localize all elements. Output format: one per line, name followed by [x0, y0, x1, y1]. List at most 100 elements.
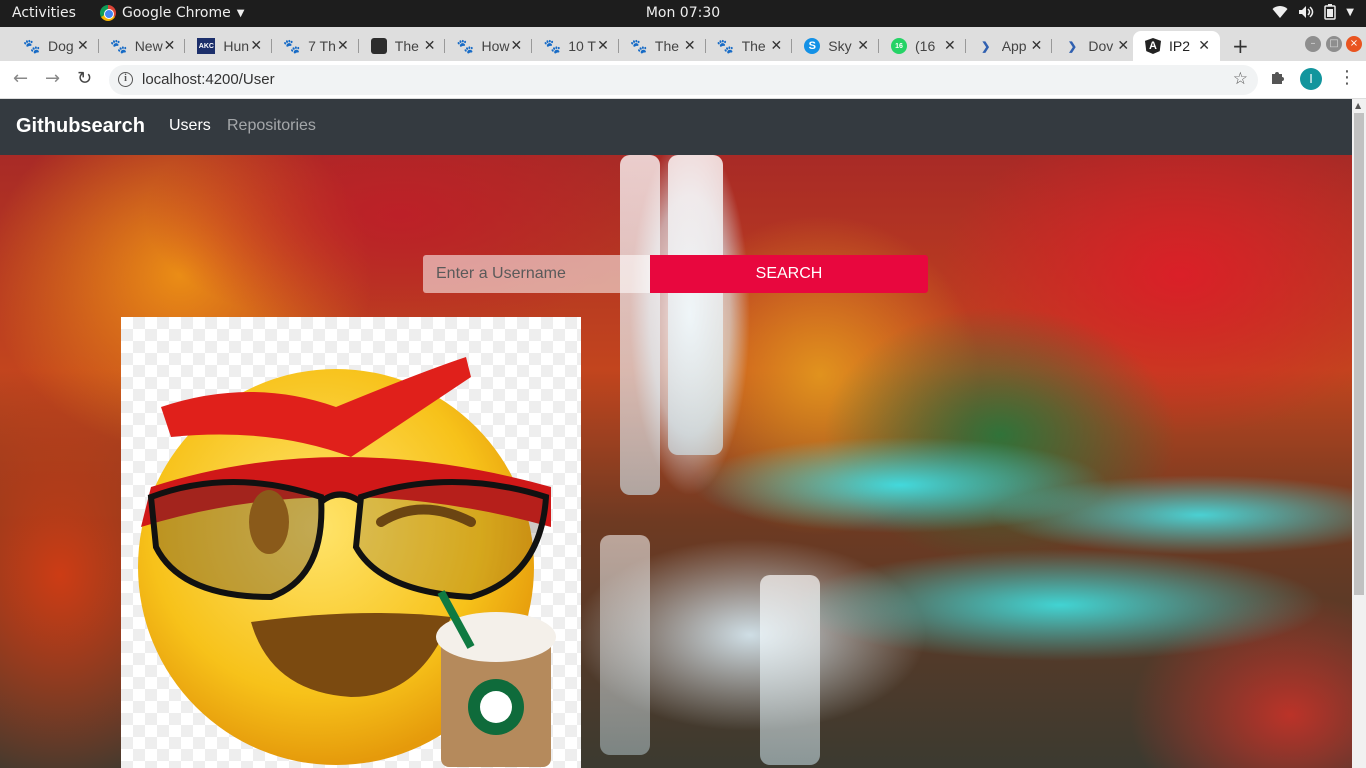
browser-tab[interactable]: 🐾 How ✕: [446, 31, 533, 61]
url-text[interactable]: localhost:4200/User: [142, 71, 275, 88]
browser-tab[interactable]: The ✕: [359, 31, 446, 61]
tab-label: New: [134, 38, 163, 54]
chevron-down-icon: ▼: [1346, 6, 1354, 18]
tab-favicon-icon: 🐾: [716, 37, 735, 54]
search-button[interactable]: SEARCH: [650, 255, 928, 293]
browser-tab[interactable]: S Sky ✕: [792, 31, 879, 61]
tab-favicon-icon: 🐾: [23, 37, 41, 54]
system-tray[interactable]: ▼: [1272, 4, 1354, 20]
reload-icon[interactable]: ↻: [77, 68, 92, 89]
tab-label: How: [481, 38, 510, 54]
tab-favicon-icon: 16: [891, 38, 907, 54]
minimize-button[interactable]: –: [1305, 36, 1321, 52]
browser-tab[interactable]: 🐾 7 Th ✕: [272, 31, 359, 61]
browser-tab[interactable]: 🐾 New ✕: [99, 31, 186, 61]
tab-close-icon[interactable]: ✕: [684, 37, 696, 54]
close-window-button[interactable]: ×: [1346, 36, 1362, 52]
tab-favicon-icon: 🐾: [456, 37, 475, 54]
tab-close-icon[interactable]: ✕: [771, 37, 783, 54]
tab-favicon-icon: ❯: [1067, 40, 1077, 53]
site-info-icon[interactable]: i: [118, 72, 133, 87]
navbar-brand[interactable]: Githubsearch: [16, 115, 145, 138]
activities-button[interactable]: Activities: [12, 5, 76, 21]
tab-close-icon[interactable]: ✕: [1117, 37, 1129, 54]
tab-strip: 🐾 Dog ✕ 🐾 New ✕ AKC Hun ✕ 🐾 7 Th ✕ The ✕ 🐾 How ✕ 🐾 10 T ✕ 🐾 T…: [0, 27, 1366, 61]
tab-label: Hun: [223, 38, 250, 54]
forward-arrow-icon[interactable]: →: [45, 68, 60, 89]
tab-close-icon[interactable]: ✕: [77, 37, 89, 54]
waterfall-cascade: [760, 575, 820, 765]
tab-label: IP2: [1169, 38, 1191, 54]
app-navbar: Githubsearch Users Repositories: [0, 99, 1352, 155]
system-top-bar: Activities Google Chrome ▼ Mon 07:30 ▼: [0, 0, 1366, 27]
browser-tab[interactable]: 🐾 10 T ✕: [532, 31, 619, 61]
tab-close-icon[interactable]: ✕: [424, 37, 436, 54]
page-viewport: Githubsearch Users Repositories SEARCH: [0, 99, 1352, 768]
winking-emoji-with-coffee-icon: [138, 357, 556, 767]
tab-favicon-icon: AKC: [197, 38, 216, 54]
browser-tab[interactable]: 🐾 The ✕: [619, 31, 706, 61]
tab-close-icon[interactable]: ✕: [164, 37, 176, 54]
address-bar[interactable]: i localhost:4200/User ☆: [109, 65, 1258, 95]
tab-label: The: [654, 38, 680, 54]
chrome-menu-kebab-icon[interactable]: ⋮: [1338, 67, 1356, 88]
tab-favicon-icon: 🐾: [109, 37, 128, 54]
tab-label: Sky: [828, 38, 852, 54]
profile-avatar[interactable]: I: [1300, 68, 1322, 90]
scrollbar-thumb[interactable]: [1354, 113, 1364, 595]
browser-tab[interactable]: ❯ App ✕: [966, 31, 1053, 61]
username-search-input[interactable]: [423, 255, 650, 293]
user-avatar-image: [121, 317, 581, 768]
browser-tab[interactable]: AKC Hun ✕: [185, 31, 273, 61]
browser-tab[interactable]: 🐾 Dog ✕: [12, 31, 99, 61]
volume-icon: [1299, 6, 1314, 18]
tab-favicon-icon: [370, 38, 387, 54]
tab-close-icon[interactable]: ✕: [337, 37, 349, 54]
page-scrollbar[interactable]: ▲: [1352, 99, 1366, 768]
tab-close-icon[interactable]: ✕: [944, 37, 956, 54]
tab-favicon-icon: A: [1145, 38, 1161, 54]
chevron-down-icon: ▼: [236, 7, 245, 19]
app-name: Google Chrome: [122, 5, 231, 21]
tab-label: Dov: [1088, 38, 1114, 54]
tab-favicon-icon: 🐾: [283, 37, 301, 54]
tab-label: App: [1001, 38, 1027, 54]
app-menu[interactable]: Google Chrome ▼: [100, 5, 244, 21]
tab-favicon-icon: 🐾: [543, 37, 561, 54]
tab-favicon-icon: ❯: [981, 40, 991, 53]
nav-link-users[interactable]: Users: [169, 117, 211, 135]
browser-toolbar: ← → ↻ i localhost:4200/User ☆: [0, 61, 1366, 99]
tab-label: 10 T: [568, 38, 596, 54]
tab-label: The: [741, 38, 766, 54]
tab-label: 7 Th: [308, 38, 336, 54]
tab-close-icon[interactable]: ✕: [597, 37, 609, 54]
tab-close-icon[interactable]: ✕: [1198, 37, 1210, 54]
new-tab-button[interactable]: +: [1232, 34, 1249, 58]
clock[interactable]: Mon 07:30: [646, 5, 720, 21]
tab-close-icon[interactable]: ✕: [857, 37, 869, 54]
scroll-up-arrow-icon[interactable]: ▲: [1355, 101, 1361, 110]
tab-close-icon[interactable]: ✕: [510, 37, 522, 54]
bookmark-star-icon[interactable]: ☆: [1233, 69, 1248, 89]
extensions-puzzle-icon[interactable]: [1270, 69, 1286, 89]
waterfall-cascade: [600, 535, 650, 755]
tab-label: (16: [915, 38, 936, 54]
tab-close-icon[interactable]: ✕: [1031, 37, 1043, 54]
battery-icon: [1324, 4, 1337, 20]
nav-link-repositories[interactable]: Repositories: [227, 117, 316, 135]
browser-tab[interactable]: 16 (16 ✕: [879, 31, 966, 61]
waterfall-stream: [668, 155, 723, 455]
tab-favicon-icon: S: [804, 38, 821, 54]
chrome-icon: [100, 5, 116, 21]
back-arrow-icon[interactable]: ←: [13, 68, 28, 89]
tab-label: Dog: [48, 38, 74, 54]
browser-tab[interactable]: ❯ Dov ✕: [1052, 31, 1140, 61]
browser-tab[interactable]: 🐾 The ✕: [706, 31, 793, 61]
waterfall-stream: [620, 155, 660, 495]
tab-label: The: [394, 38, 419, 54]
tab-close-icon[interactable]: ✕: [250, 37, 262, 54]
tab-favicon-icon: 🐾: [630, 37, 648, 54]
wifi-icon: [1272, 6, 1288, 19]
browser-tab[interactable]: A IP2 ✕: [1133, 31, 1220, 61]
maximize-button[interactable]: □: [1326, 36, 1342, 52]
